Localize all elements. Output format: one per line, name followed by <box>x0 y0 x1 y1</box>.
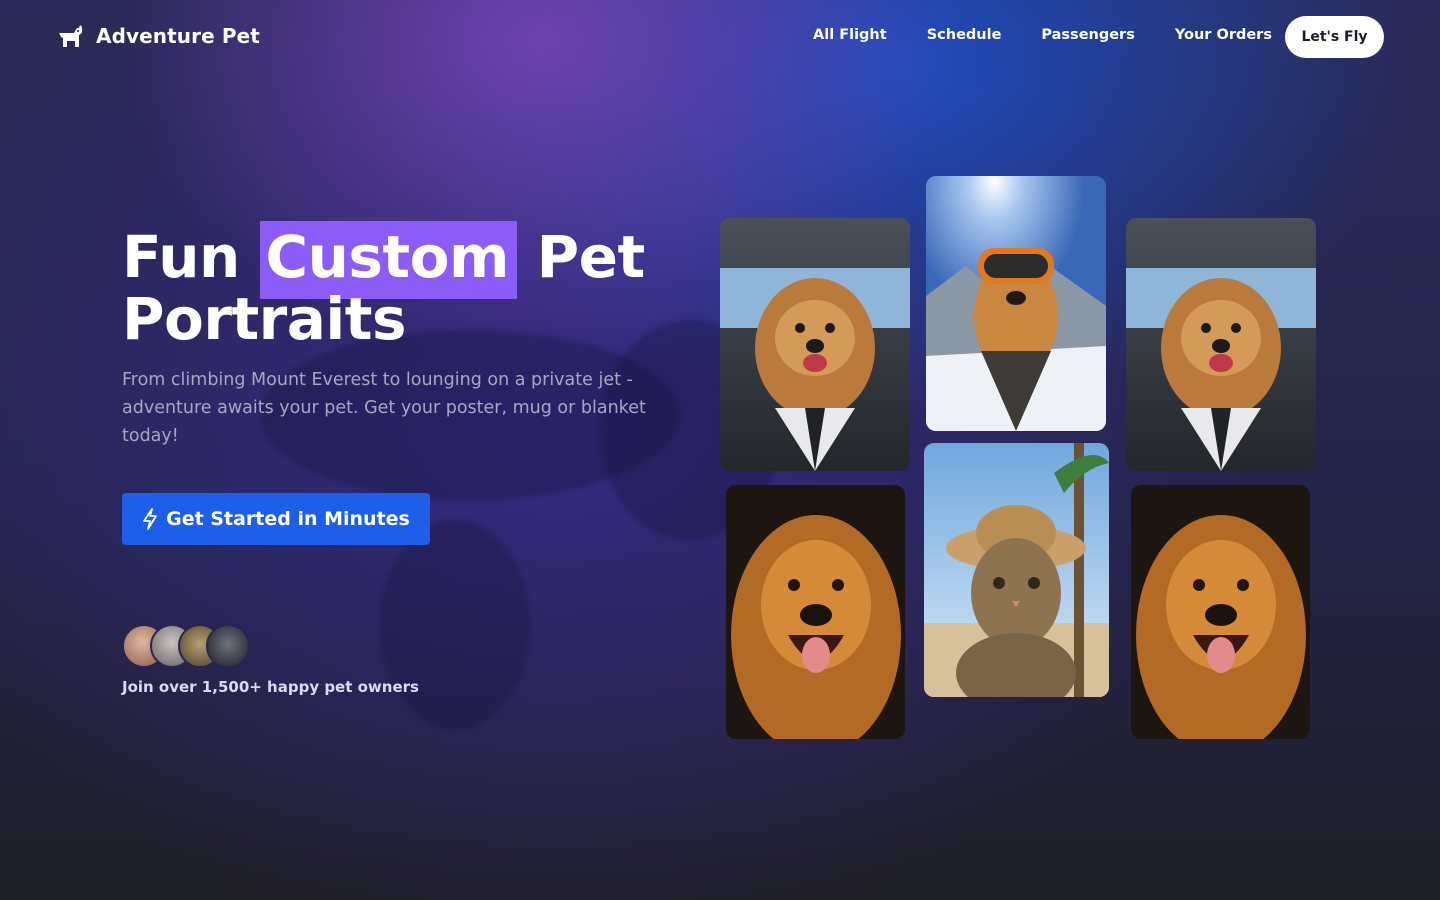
gallery-image-golden-retriever <box>726 485 905 739</box>
nav-link-your-orders[interactable]: Your Orders <box>1175 27 1272 43</box>
golden-retriever-illustration <box>1131 485 1310 739</box>
cat-beach-illustration <box>924 443 1109 697</box>
nav-links: All Flight Schedule Passengers Your Orde… <box>813 27 1272 43</box>
dog-pilot-illustration <box>1126 218 1316 471</box>
dog-mountain-illustration <box>926 176 1106 431</box>
get-started-button[interactable]: Get Started in Minutes <box>122 493 430 545</box>
lightning-bolt-icon <box>143 508 158 530</box>
headline-word-portraits: Portraits <box>122 285 407 353</box>
gallery-image-cat-beach <box>924 443 1109 697</box>
dog-pilot-illustration <box>720 218 910 471</box>
golden-retriever-illustration <box>726 485 905 739</box>
dog-logo-icon <box>59 25 82 47</box>
owner-avatars <box>122 624 250 668</box>
avatar <box>206 624 250 668</box>
brand[interactable]: Adventure Pet <box>56 22 260 50</box>
top-navigation: Adventure Pet All Flight Schedule Passen… <box>0 0 1440 74</box>
world-map-south-america <box>380 520 530 730</box>
gallery-image-dog-pilot <box>1126 218 1316 471</box>
gallery-image-golden-retriever <box>1131 485 1310 739</box>
hero-subtitle: From climbing Mount Everest to lounging … <box>122 370 646 446</box>
headline-word-pet: Pet <box>536 223 646 291</box>
nav-link-schedule[interactable]: Schedule <box>927 27 1002 43</box>
nav-link-passengers[interactable]: Passengers <box>1041 27 1134 43</box>
lets-fly-button[interactable]: Let's Fly <box>1285 16 1384 58</box>
gallery-image-dog-mountain <box>926 176 1106 431</box>
get-started-label: Get Started in Minutes <box>166 508 410 530</box>
social-proof-text: Join over 1,500+ happy pet owners <box>122 678 419 696</box>
nav-link-all-flight[interactable]: All Flight <box>813 27 887 43</box>
gallery-image-dog-pilot <box>720 218 910 471</box>
brand-name: Adventure Pet <box>96 24 260 48</box>
hero-headline: Fun Custom Pet Portraits <box>122 221 722 353</box>
headline-word-fun: Fun <box>122 223 240 291</box>
